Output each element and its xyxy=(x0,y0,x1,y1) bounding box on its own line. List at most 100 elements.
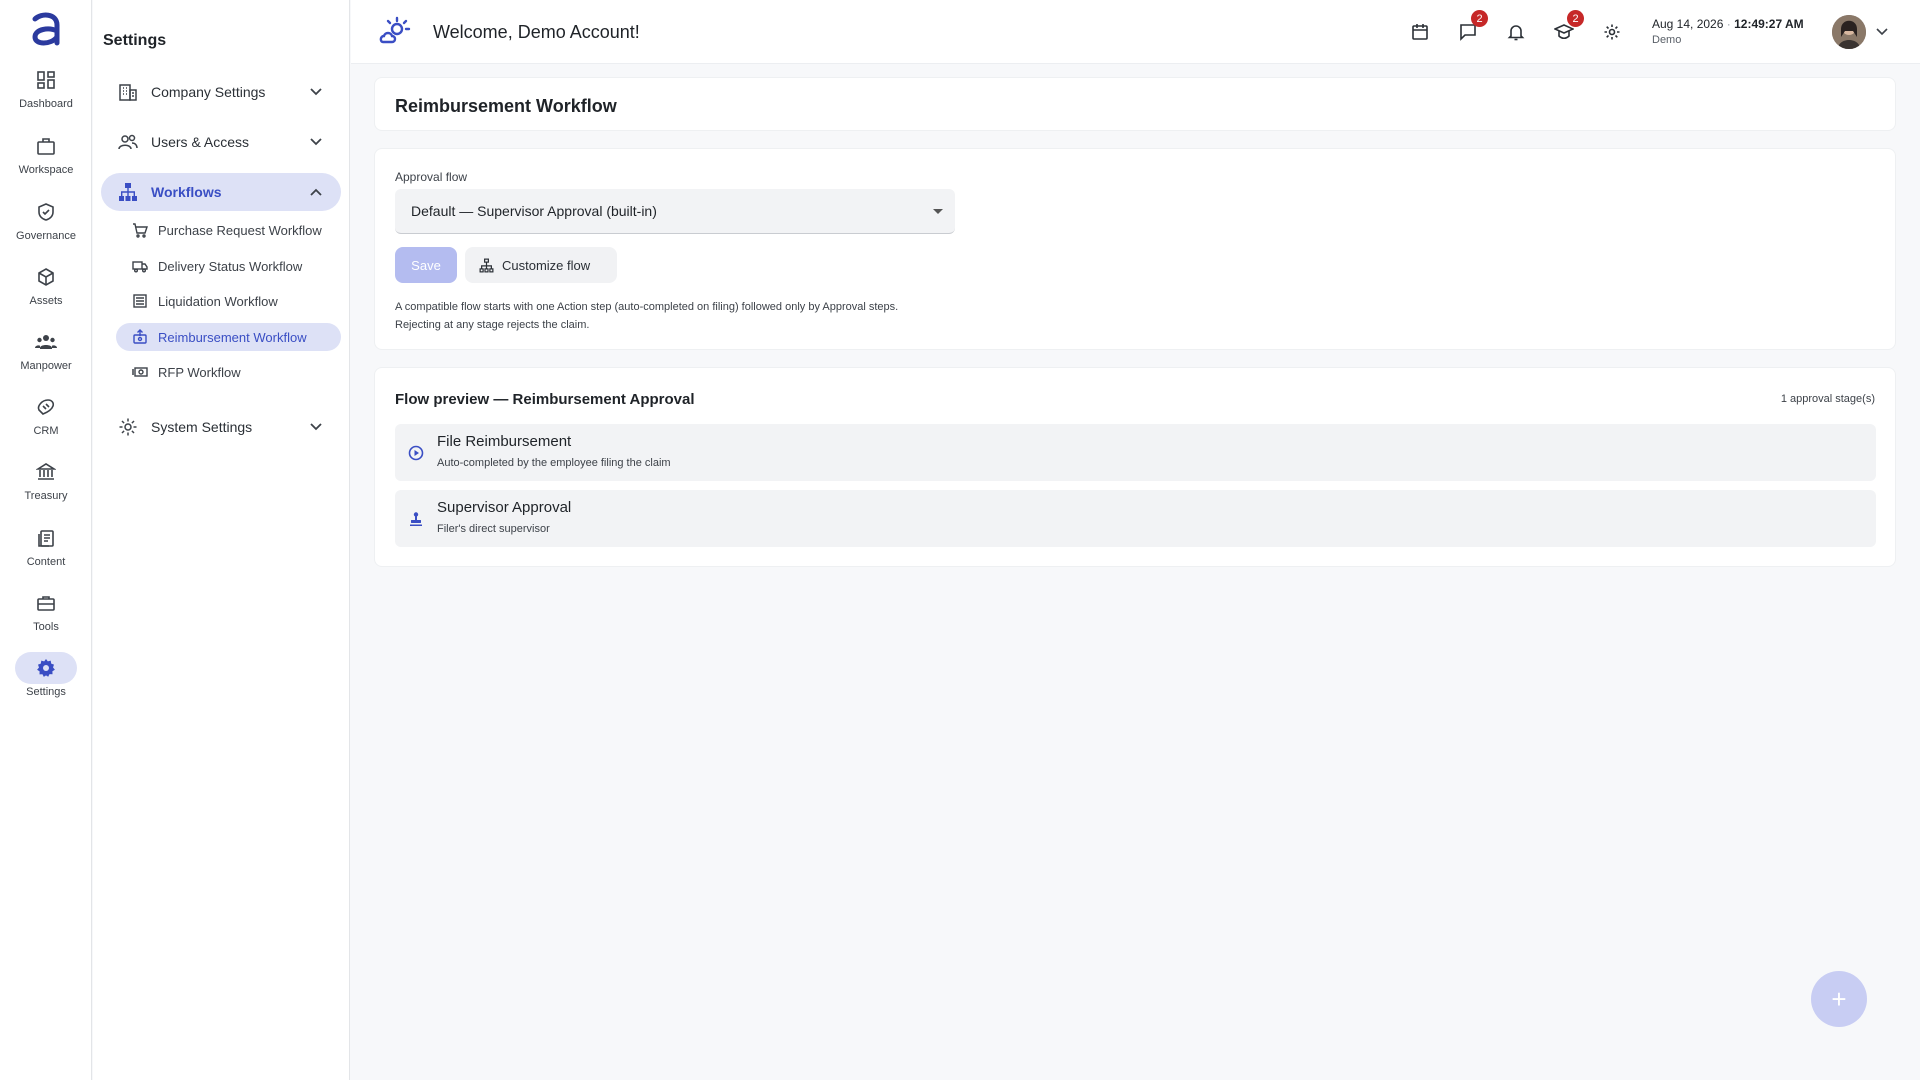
rail-item-settings[interactable]: Settings xyxy=(14,652,78,710)
sidebar-item-label: Liquidation Workflow xyxy=(158,293,278,309)
flow-step-subtitle: Auto-completed by the employee filing th… xyxy=(437,457,671,469)
page-title-card: Reimbursement Workflow xyxy=(374,77,1896,131)
sidebar-group-label: Workflows xyxy=(151,184,222,200)
rail-label: Manpower xyxy=(20,360,72,372)
reimburse-icon xyxy=(132,329,148,345)
rail-item-treasury[interactable]: Treasury xyxy=(14,456,78,514)
settings-button[interactable] xyxy=(1598,18,1626,46)
gear-icon xyxy=(1603,23,1621,41)
list-icon xyxy=(132,293,148,309)
flow-preview-card: Flow preview — Reimbursement Approval 1 … xyxy=(374,367,1896,567)
flow-step-title: Supervisor Approval xyxy=(437,499,572,516)
chevron-down-icon[interactable] xyxy=(1872,22,1892,42)
customize-flow-button[interactable]: Customize flow xyxy=(465,247,617,283)
chevron-down-icon xyxy=(301,417,331,437)
flow-step: Supervisor Approval Filer's direct super… xyxy=(395,490,1876,547)
customize-flow-label: Customize flow xyxy=(502,257,591,273)
rail-label: Assets xyxy=(29,295,63,307)
briefcase-icon xyxy=(15,130,77,162)
welcome-text: Welcome, Demo Account! xyxy=(433,22,640,42)
rail-label: Treasury xyxy=(24,490,68,502)
rail-label: Content xyxy=(26,556,66,568)
rail-item-crm[interactable]: CRM xyxy=(14,391,78,449)
approval-flow-value: Default — Supervisor Approval (built-in) xyxy=(411,203,657,219)
approval-flow-card: Approval flow Default — Supervisor Appro… xyxy=(374,148,1896,350)
user-name: Demo xyxy=(1652,34,1682,46)
learning-badge: 2 xyxy=(1567,10,1584,27)
gear-icon xyxy=(15,652,77,684)
date-text: Aug 14, 2026 xyxy=(1652,17,1724,31)
chevron-down-icon xyxy=(301,132,331,152)
sidebar-group-users-access[interactable]: Users & Access xyxy=(101,123,341,161)
top-bar: Welcome, Demo Account! 2 2 Aug 14, 2026 … xyxy=(351,0,1920,64)
rail-item-workspace[interactable]: Workspace xyxy=(14,130,78,188)
time-text: 12:49:27 AM xyxy=(1734,17,1804,31)
rail-label: Dashboard xyxy=(19,98,73,110)
people-icon xyxy=(15,326,77,358)
rail-label: Tools xyxy=(33,621,59,633)
rail-item-content[interactable]: Content xyxy=(14,522,78,580)
weather-logo-icon[interactable] xyxy=(377,16,411,50)
toolbox-icon xyxy=(15,587,77,619)
add-fab-button[interactable]: + xyxy=(1811,971,1867,1027)
app-rail: Dashboard Workspace Governance Assets Ma… xyxy=(0,0,92,1080)
sidebar-item-liquidation-workflow[interactable]: Liquidation Workflow xyxy=(116,287,341,315)
page-title: Reimbursement Workflow xyxy=(395,96,617,116)
sidebar-group-workflows[interactable]: Workflows xyxy=(101,173,341,211)
flow-preview-title: Flow preview — Reimbursement Approval xyxy=(395,391,695,408)
caret-down-icon xyxy=(933,209,943,214)
calendar-button[interactable] xyxy=(1406,18,1434,46)
notifications-button[interactable] xyxy=(1502,18,1530,46)
dashboard-icon xyxy=(15,64,77,96)
datetime-display: Aug 14, 2026 · 12:49:27 AM xyxy=(1652,17,1804,31)
rail-label: Governance xyxy=(16,230,76,242)
sidebar-group-system-settings[interactable]: System Settings xyxy=(101,408,341,446)
sidebar-item-label: Reimbursement Workflow xyxy=(158,329,307,345)
sidebar-group-label: Company Settings xyxy=(151,84,266,100)
cart-icon xyxy=(132,222,148,238)
building-icon xyxy=(117,81,139,103)
sidebar-item-reimbursement-workflow[interactable]: Reimbursement Workflow xyxy=(116,323,341,351)
truck-icon xyxy=(132,258,148,274)
sidebar-item-purchase-request-workflow[interactable]: Purchase Request Workflow xyxy=(116,216,341,244)
help-line: A compatible flow starts with one Action… xyxy=(395,301,899,313)
sitemap-icon xyxy=(479,258,494,273)
rail-item-tools[interactable]: Tools xyxy=(14,587,78,645)
avatar[interactable] xyxy=(1832,15,1866,49)
sidebar-item-label: Purchase Request Workflow xyxy=(158,222,322,238)
gear-icon xyxy=(117,416,139,438)
approval-stage-count: 1 approval stage(s) xyxy=(1780,393,1875,405)
app-logo[interactable] xyxy=(27,10,65,48)
rail-label: CRM xyxy=(33,425,59,437)
learning-button[interactable]: 2 xyxy=(1550,10,1584,46)
messages-button[interactable]: 2 xyxy=(1454,10,1488,46)
help-line: Rejecting at any stage rejects the claim… xyxy=(395,319,590,331)
rail-item-manpower[interactable]: Manpower xyxy=(14,326,78,384)
approval-flow-select[interactable]: Default — Supervisor Approval (built-in) xyxy=(395,189,955,234)
play-circle-icon xyxy=(407,444,425,462)
handshake-icon xyxy=(15,391,77,423)
stamp-icon xyxy=(407,510,425,528)
rail-item-dashboard[interactable]: Dashboard xyxy=(14,64,78,122)
shield-check-icon xyxy=(15,196,77,228)
settings-sidebar: Settings Company Settings Users & Access… xyxy=(93,0,350,1080)
rail-item-governance[interactable]: Governance xyxy=(14,196,78,254)
cube-icon xyxy=(15,261,77,293)
sidebar-item-rfp-workflow[interactable]: RFP Workflow xyxy=(116,358,341,386)
messages-badge: 2 xyxy=(1471,10,1488,27)
cash-icon xyxy=(132,364,148,380)
sidebar-group-label: Users & Access xyxy=(151,134,250,150)
save-button[interactable]: Save xyxy=(395,247,457,283)
sidebar-item-delivery-status-workflow[interactable]: Delivery Status Workflow xyxy=(116,252,341,280)
rail-label: Workspace xyxy=(18,164,74,176)
sidebar-item-label: Delivery Status Workflow xyxy=(158,258,303,274)
approval-flow-label: Approval flow xyxy=(395,170,468,184)
sidebar-title: Settings xyxy=(103,32,167,49)
rail-item-assets[interactable]: Assets xyxy=(14,261,78,319)
sidebar-item-label: RFP Workflow xyxy=(158,364,241,380)
bell-icon xyxy=(1507,23,1525,41)
calendar-icon xyxy=(1411,23,1429,41)
sidebar-group-company-settings[interactable]: Company Settings xyxy=(101,73,341,111)
flow-step: File Reimbursement Auto-completed by the… xyxy=(395,424,1876,481)
help-text: A compatible flow starts with one Action… xyxy=(395,298,898,334)
